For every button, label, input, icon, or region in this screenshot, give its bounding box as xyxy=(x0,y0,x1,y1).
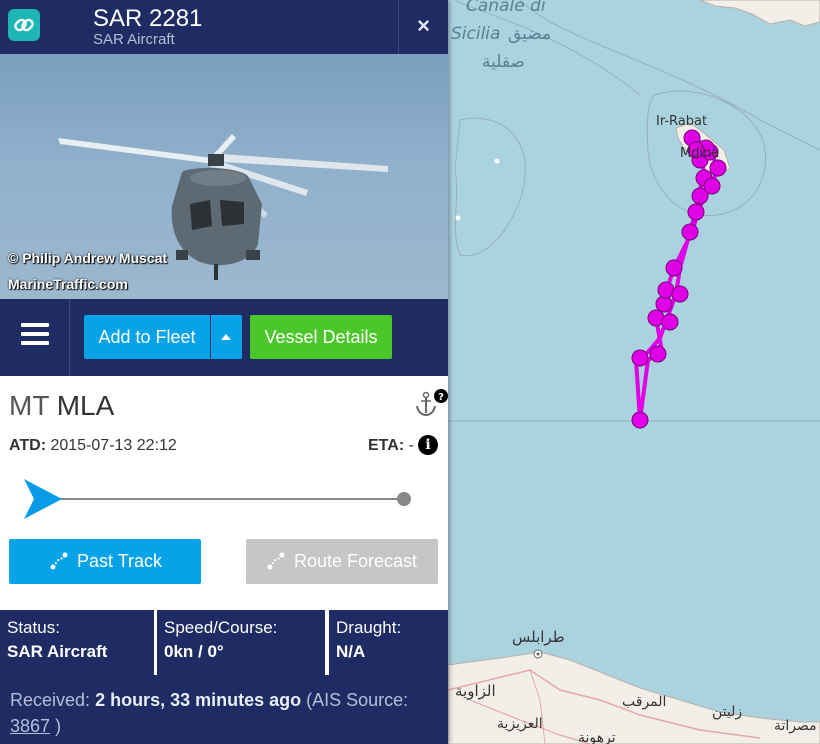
route-forecast-button[interactable]: Route Forecast xyxy=(246,539,438,584)
status-label: Status: xyxy=(7,618,60,637)
link-icon xyxy=(8,9,40,41)
forecast-track-icon xyxy=(267,552,285,570)
draught-value: N/A xyxy=(336,642,366,661)
svg-text:?: ? xyxy=(438,392,444,403)
map-label-misrata: مصراتة xyxy=(774,718,817,734)
hamburger-icon-bar xyxy=(21,332,49,336)
atd-label: ATD: xyxy=(9,437,47,454)
voyage-progress xyxy=(24,479,416,519)
draught-stat: Draught: N/A xyxy=(329,610,448,675)
status-value: SAR Aircraft xyxy=(7,642,108,661)
menu-button[interactable] xyxy=(0,299,70,376)
anchor-icon[interactable]: ? xyxy=(414,388,450,423)
route-from-code: MT xyxy=(9,390,49,421)
received-value: 2 hours, 33 minutes ago xyxy=(95,690,302,710)
speed-stat: Speed/Course: 0kn / 0° xyxy=(157,610,325,675)
atd-line: ATD: 2015-07-13 22:12 xyxy=(9,437,177,455)
photo-source: MarineTraffic.com xyxy=(8,276,128,292)
route-port: MLA xyxy=(56,390,115,421)
panel-toolbar: Add to Fleet Vessel Details xyxy=(0,299,448,376)
map-label-sicilia-ar2: صقلية xyxy=(482,52,525,72)
hamburger-icon xyxy=(21,323,49,327)
past-track-button[interactable]: Past Track xyxy=(9,539,201,584)
draught-label: Draught: xyxy=(336,618,402,637)
map-label-ir-rabat: Ir-Rabat xyxy=(656,114,708,129)
vessel-type: SAR Aircraft xyxy=(93,31,175,48)
add-to-fleet-button[interactable]: Add to Fleet xyxy=(84,315,210,359)
eta-line: ETA: - xyxy=(368,437,414,455)
received-label: Received: xyxy=(10,690,91,710)
map-label-zawiya: الزاوية xyxy=(455,682,496,700)
vessel-position-arrow-icon xyxy=(24,479,62,519)
ais-source-suffix: ) xyxy=(55,716,62,736)
past-track-label: Past Track xyxy=(77,551,163,571)
vessel-panel: SAR 2281 SAR Aircraft × © Philip Andrew … xyxy=(0,0,448,744)
route-title: MT MLA xyxy=(9,390,114,422)
vessel-stats: Status: SAR Aircraft Speed/Course: 0kn /… xyxy=(0,606,448,675)
vessel-name: SAR 2281 xyxy=(93,5,203,32)
map-label-sicilia: Sicilia xyxy=(451,24,501,44)
ais-source-prefix: (AIS Source: xyxy=(306,690,409,710)
status-stat: Status: SAR Aircraft xyxy=(0,610,154,675)
map-label-mdina: Mdina xyxy=(680,146,720,161)
track-icon xyxy=(50,552,68,570)
speed-value: 0kn / 0° xyxy=(164,642,224,661)
eta-label: ETA: xyxy=(368,437,405,454)
map-label-tarhuna: ترهونة xyxy=(578,730,616,744)
panel-header: SAR 2281 SAR Aircraft × xyxy=(0,0,448,54)
info-icon[interactable]: i xyxy=(418,435,438,455)
speed-label: Speed/Course: xyxy=(164,618,278,637)
hamburger-icon-bar xyxy=(21,341,49,345)
ais-source-link[interactable]: 3867 xyxy=(10,716,50,736)
map-label-azizia: العزيزية xyxy=(497,716,543,732)
map-label-marqab: المرقب xyxy=(622,694,667,710)
route-forecast-label: Route Forecast xyxy=(294,551,418,571)
photo-credit: © Philip Andrew Muscat xyxy=(8,250,168,266)
map-label-zliten: زليتن xyxy=(712,704,743,720)
map-label-sicilia-ar1: مضيق xyxy=(508,24,552,44)
eta-value: - xyxy=(408,437,414,454)
destination-dot-icon xyxy=(397,492,411,506)
fleet-dropdown-caret-icon[interactable] xyxy=(211,315,242,359)
close-button[interactable]: × xyxy=(398,0,448,54)
vessel-photo[interactable]: © Philip Andrew Muscat MarineTraffic.com xyxy=(0,54,448,299)
received-info: Received: 2 hours, 33 minutes ago (AIS S… xyxy=(0,675,448,744)
map-label-tripoli: طرابلس xyxy=(512,628,565,646)
vessel-details-button[interactable]: Vessel Details xyxy=(250,315,392,359)
atd-value: 2015-07-13 22:12 xyxy=(50,437,177,454)
map-label-canale: Canale di xyxy=(466,0,546,16)
